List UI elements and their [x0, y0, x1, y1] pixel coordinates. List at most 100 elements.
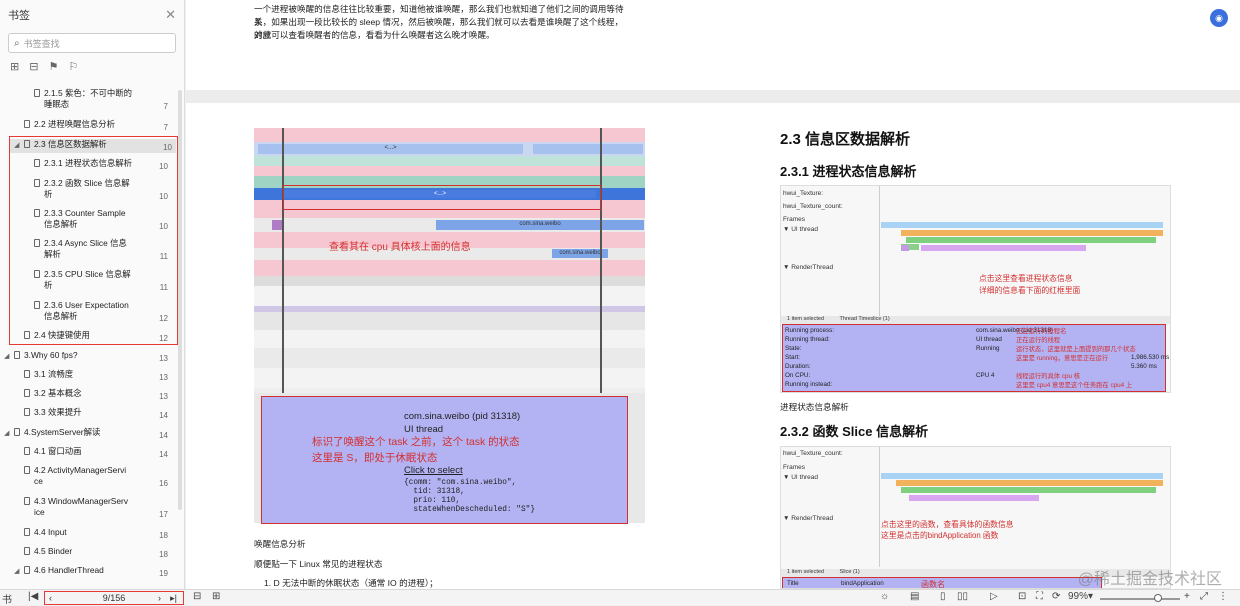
- bookmark-label: 4.5 Binder: [34, 546, 73, 556]
- detail-tab[interactable]: 1 item selected: [787, 316, 824, 322]
- bookmark-page-number: 7: [163, 102, 168, 111]
- detail-note: 正在运行的线程: [1016, 337, 1061, 344]
- rotate-icon[interactable]: ⟳: [1052, 591, 1060, 602]
- bookmark-item[interactable]: ◢ 4.6 HandlerThread 19: [0, 565, 172, 579]
- single-page-icon[interactable]: ▤: [910, 591, 919, 602]
- bookmark-label: 2.2 进程唤醒信息分析: [34, 119, 115, 129]
- detail-note: 这里是 cpu4 意思是这个任务跑在 cpu4 上: [1016, 382, 1133, 389]
- track-label: hwui_Texture:: [783, 190, 824, 197]
- bookmark-item[interactable]: 2.2 进程唤醒信息分析 7: [0, 119, 172, 133]
- bookmark-item[interactable]: 2.1.5 紫色：不可中断的 睡眠态 7: [0, 88, 172, 114]
- page-content: <...> <...> com.sina.weibo com.sina.weib…: [186, 103, 1240, 589]
- figure-annotation: 点击这里的函数，查看具体的函数信息: [881, 520, 1014, 529]
- bookmark-label: 3.3 效果提升: [34, 407, 82, 417]
- bookmark-page-icon: [24, 497, 30, 505]
- detail-value: CPU 4: [976, 372, 995, 379]
- zoom-slider[interactable]: [1100, 598, 1180, 600]
- bookmark-label: 3.2 基本概念: [34, 388, 82, 398]
- track-label: hwui_Texture_count:: [783, 450, 843, 457]
- collapse-all-icon[interactable]: ⊟: [29, 60, 38, 73]
- bookmark-item[interactable]: 4.5 Binder 18: [0, 546, 172, 560]
- bookmark-sidebar: 书签 ✕ ⌕ 书签查找 ⊞ ⊟ ⚑ ⚐ 2.1.5 紫色：不可中断的 睡眠态 7 2.…: [0, 0, 185, 589]
- detail-note: 函数名: [921, 580, 945, 589]
- document-view[interactable]: 一个进程被唤醒的信息往往比较重要，知道他被谁唤醒，那么我们也就知道了他们之间的调…: [186, 0, 1240, 589]
- more-icon[interactable]: ⋮: [1218, 591, 1228, 602]
- bookmark-label: 2.1.5 紫色：不可中断的: [44, 88, 132, 98]
- bookmark-label: 睡眠态: [44, 99, 70, 109]
- play-icon[interactable]: ▷: [990, 591, 998, 602]
- detail-tab[interactable]: Slice (1): [840, 569, 860, 575]
- bookmark-item[interactable]: 3.1 流畅度 13: [0, 369, 172, 383]
- search-icon: ⌕: [14, 37, 20, 49]
- expand-all-icon[interactable]: ⊞: [10, 60, 19, 73]
- expand-toggle-icon[interactable]: ◢: [4, 428, 9, 439]
- continuous-page-icon[interactable]: ▯: [940, 591, 946, 602]
- first-page-icon[interactable]: |◀: [28, 591, 38, 602]
- close-icon[interactable]: ✕: [165, 7, 176, 23]
- detail-value: 1,986.530 ms: [1131, 354, 1170, 361]
- detail-value: 5.360 ms: [1131, 363, 1157, 370]
- sidebar-toggle-icon[interactable]: ⊞: [212, 591, 220, 602]
- annotation-box: [283, 185, 601, 210]
- trace-bar: <...>: [258, 144, 523, 154]
- bookmark-item[interactable]: ◢ 3.Why 60 fps? 13: [0, 350, 172, 364]
- prev-page-icon[interactable]: ‹: [49, 593, 52, 603]
- detail-value: Running: [976, 345, 1000, 352]
- add-bookmark-icon[interactable]: ⚑: [48, 60, 58, 73]
- track-label: ▼ RenderThread: [783, 264, 834, 271]
- bookmark-label: 4.3 WindowManagerServ: [34, 496, 129, 506]
- expand-toggle-icon[interactable]: ◢: [14, 566, 19, 577]
- bookmark-item[interactable]: 4.3 WindowManagerServ ice 17: [0, 496, 172, 522]
- list-item: 1. D 无法中断的休眠状态（通常 IO 的进程）；: [264, 578, 438, 588]
- bookmark-item[interactable]: ◢ 4.SystemServer解读 14: [0, 427, 172, 441]
- detail-tab[interactable]: 1 item selected: [787, 569, 824, 575]
- expand-toggle-icon[interactable]: ◢: [4, 351, 9, 362]
- track-label: hwui_Texture_count:: [783, 203, 843, 210]
- click-to-select-link[interactable]: Click to select: [404, 465, 463, 476]
- watermark: @稀土掘金技术社区: [1077, 571, 1222, 588]
- fullscreen-icon[interactable]: ⤢: [1200, 591, 1208, 602]
- bookmark-page-icon: [24, 466, 30, 474]
- sidebar-scrollbar[interactable]: [178, 90, 182, 510]
- status-bar: 书 |◀ ‹ 9/156 › ▸| ⊟ ⊞ ☼ ▤ ▯ ▯▯ ▷ ⊡ ⛶ ⟳ 9…: [0, 589, 1240, 606]
- bookmark-page-icon: [24, 408, 30, 416]
- last-page-icon[interactable]: ▸|: [170, 593, 177, 604]
- page-navigator[interactable]: ‹ 9/156 › ▸|: [44, 591, 184, 605]
- bookmark-search-input[interactable]: ⌕ 书签查找: [8, 33, 176, 53]
- bookmark-icon[interactable]: ⚐: [68, 60, 78, 73]
- bookmark-page-number: 13: [159, 373, 168, 382]
- bookmark-page-number: 13: [159, 354, 168, 363]
- track-label: Frames: [783, 216, 806, 223]
- zoom-level[interactable]: 99%: [1068, 591, 1088, 602]
- assistant-icon[interactable]: ◉: [1210, 9, 1228, 27]
- fit-width-icon[interactable]: ⊡: [1018, 591, 1026, 602]
- bookmark-page-number: 14: [159, 450, 168, 459]
- detail-tab[interactable]: Thread Timeslice (1): [840, 316, 890, 322]
- trace-bar-label: com.sina.weibo: [519, 221, 561, 227]
- bookmark-page-number: 14: [159, 411, 168, 420]
- zoom-slider-handle[interactable]: [1154, 594, 1162, 602]
- read-mode-icon[interactable]: ☼: [880, 591, 889, 602]
- trace-bar-weibo: com.sina.weibo: [436, 220, 644, 230]
- detail-note: 运行状态，这里就是上面提到的那几个状态: [1016, 346, 1136, 353]
- fit-page-icon[interactable]: ⛶: [1036, 591, 1043, 602]
- bookmark-label: 4.6 HandlerThread: [34, 565, 104, 575]
- page-number[interactable]: 9/156: [103, 593, 126, 603]
- two-page-icon[interactable]: ▯▯: [957, 591, 968, 602]
- fit-icon[interactable]: ⊟: [193, 591, 201, 602]
- zoom-dropdown-icon[interactable]: ▾: [1088, 591, 1093, 602]
- trace-popup-area: com.sina.weibo (pid 31318) UI thread 标识了…: [254, 393, 645, 524]
- bookmark-item[interactable]: 4.1 窗口动画 14: [0, 446, 172, 460]
- figure-annotation: 点击这里查看进程状态信息: [979, 274, 1073, 283]
- section-heading: 2.3 信息区数据解析: [780, 131, 911, 148]
- trace-bar: [533, 144, 643, 154]
- bookmark-item[interactable]: 3.2 基本概念 13: [0, 388, 172, 402]
- zoom-in-icon[interactable]: +: [1184, 591, 1190, 602]
- bookmark-item[interactable]: 4.4 Input 18: [0, 527, 172, 541]
- bookmark-item[interactable]: 3.3 效果提升 14: [0, 407, 172, 421]
- bookmark-page-number: 14: [159, 431, 168, 440]
- bookmark-item[interactable]: 4.2 ActivityManagerServi ce 16: [0, 465, 172, 491]
- bookmark-tab-label[interactable]: 书: [2, 591, 12, 606]
- subsection-heading: 2.3.2 函数 Slice 信息解析: [780, 424, 929, 439]
- next-page-icon[interactable]: ›: [158, 593, 161, 603]
